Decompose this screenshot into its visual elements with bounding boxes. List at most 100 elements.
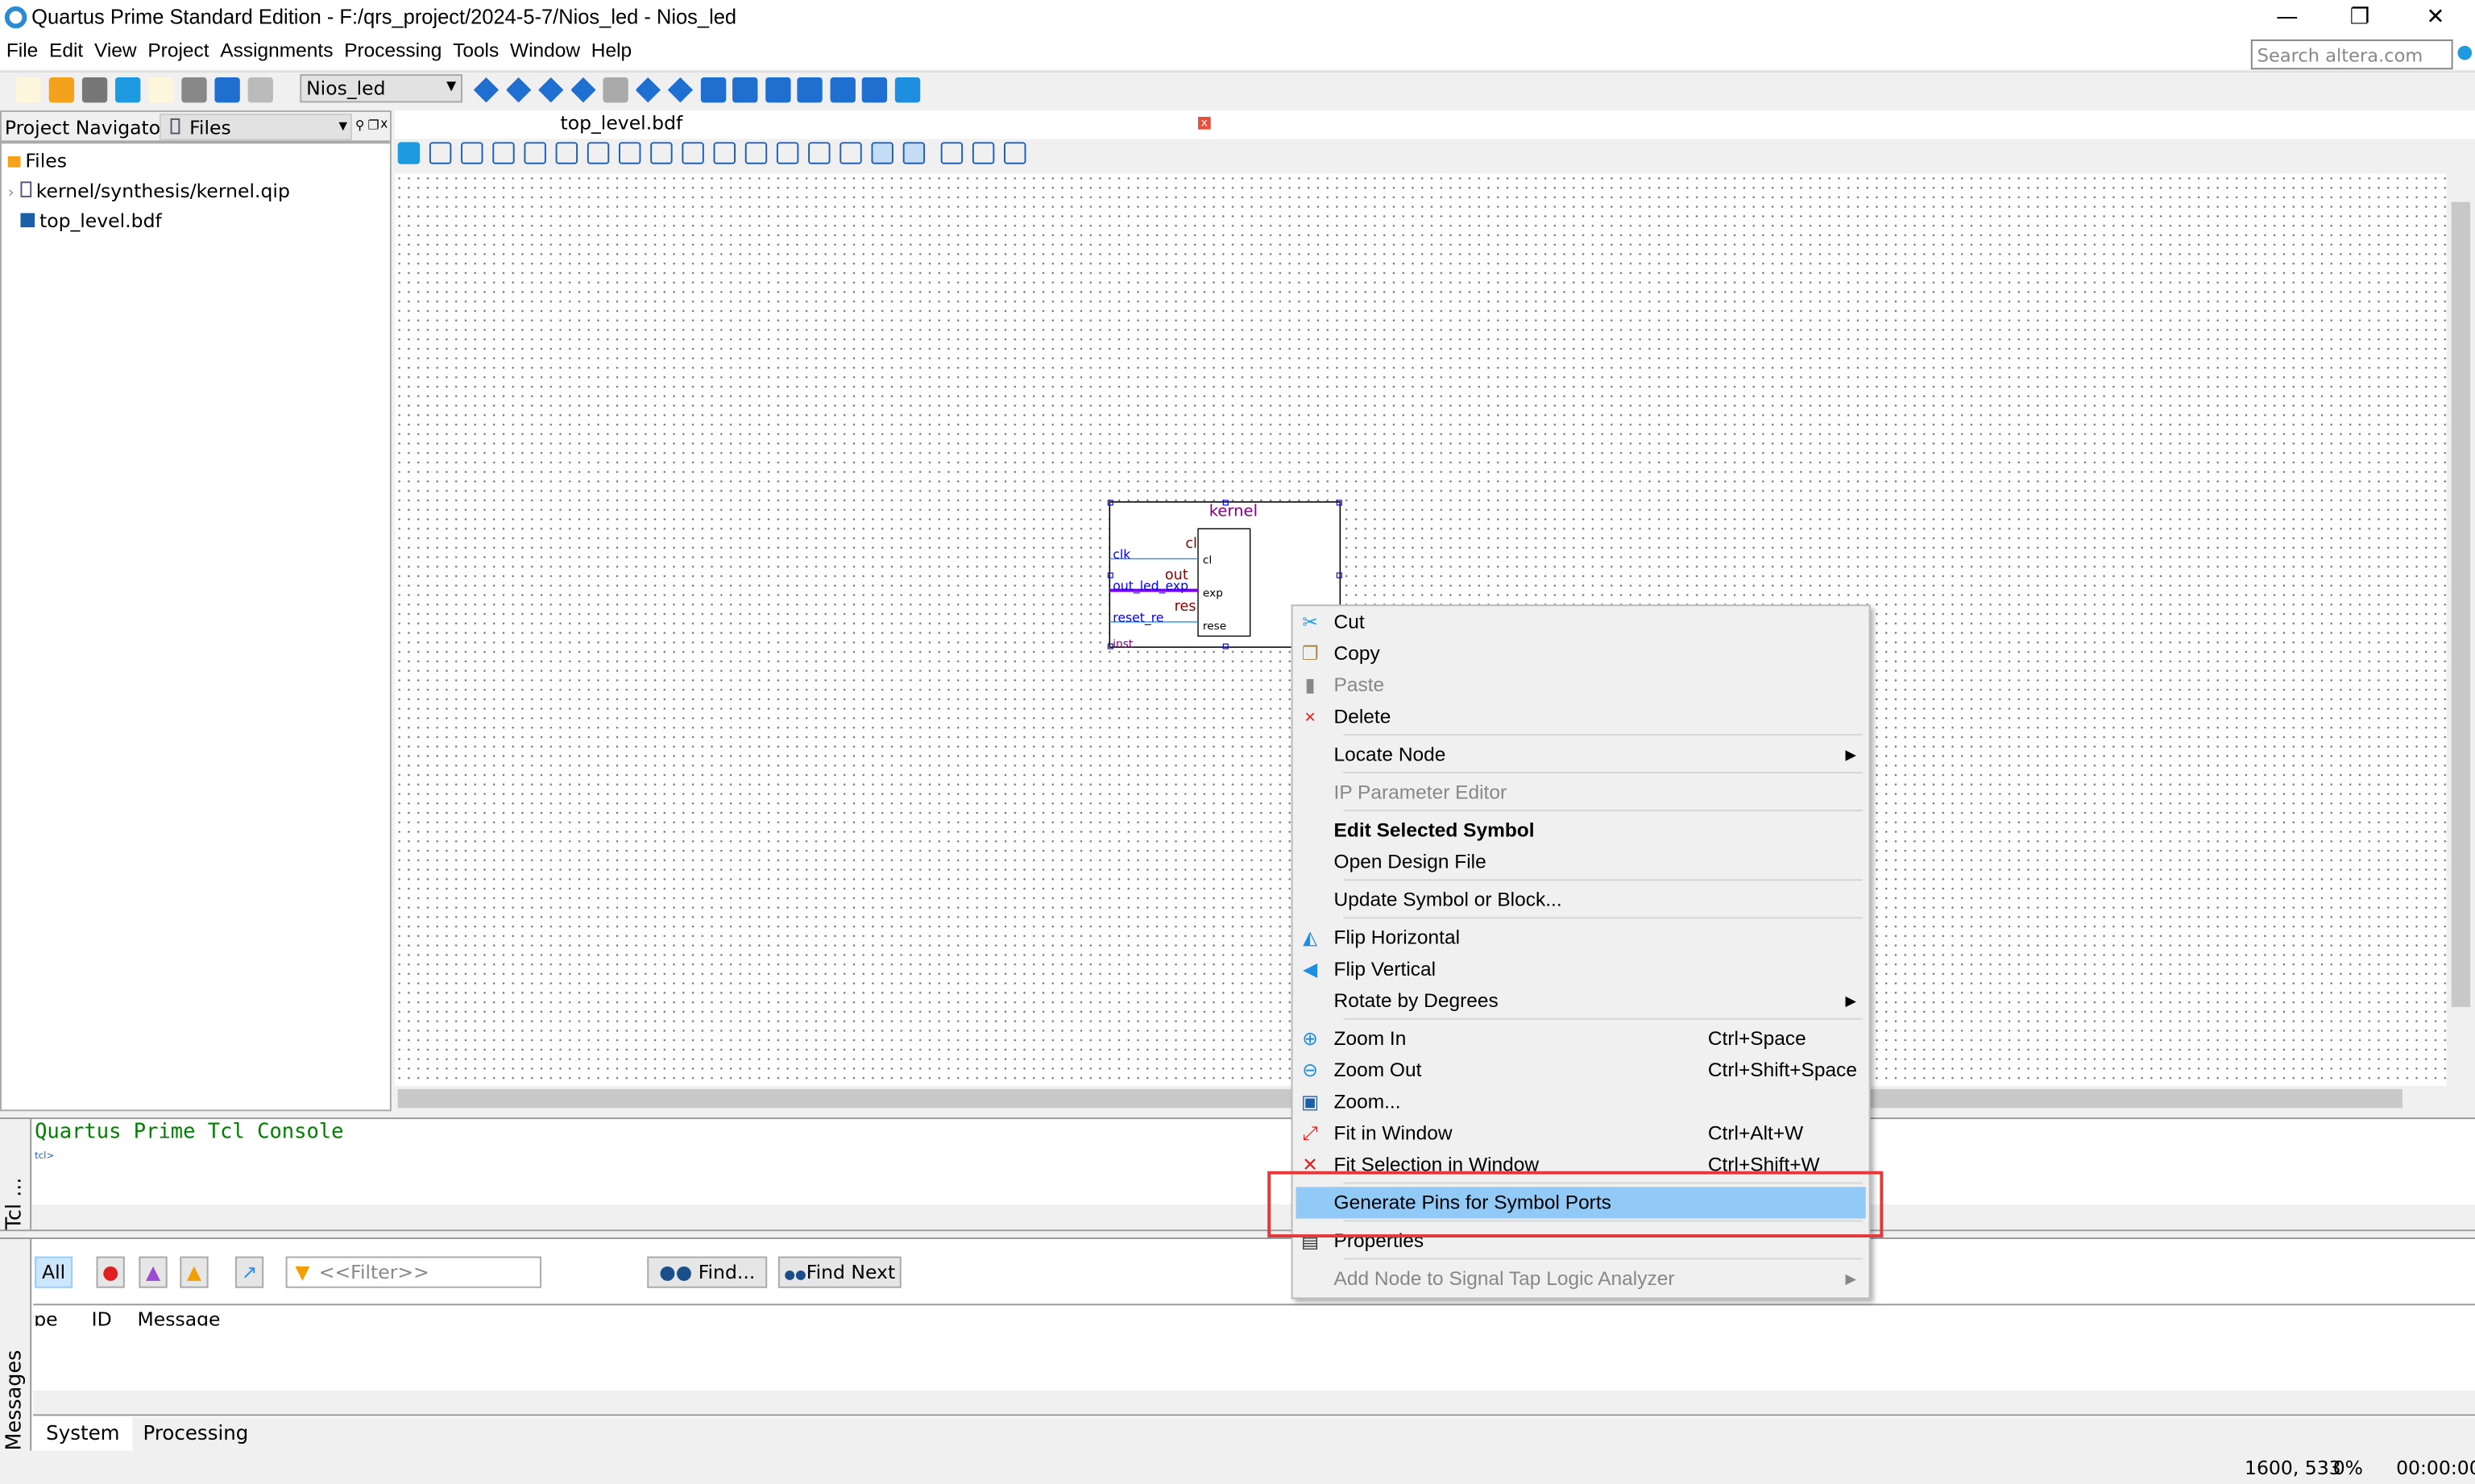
menu-item-add-node-to-signal-tap-logic-analyzer[interactable]: Add Node to Signal Tap Logic Analyzer ▶ [1293, 1262, 1869, 1294]
diagonal-bus-icon[interactable] [682, 142, 704, 164]
panel-search-icon[interactable]: ⚲ [355, 118, 364, 133]
flip-vertical-icon[interactable] [972, 142, 995, 164]
selection-hand-icon[interactable] [397, 142, 421, 164]
partial-line-selection-icon[interactable] [902, 142, 926, 164]
copy-icon[interactable] [148, 77, 174, 103]
menu-item-fit-in-window[interactable]: ⤢ Fit in Window Ctrl+Alt+W [1293, 1117, 1869, 1149]
find-next-button[interactable]: ●●Find Next [777, 1256, 902, 1288]
menu-file[interactable]: File [0, 35, 43, 61]
diagonal-conduit-icon[interactable] [713, 142, 736, 164]
menu-item-rotate-by-degrees[interactable]: Rotate by Degrees ▶ [1293, 985, 1869, 1017]
menu-edit[interactable]: Edit [43, 35, 88, 61]
panel-close-icon[interactable]: x [380, 117, 388, 131]
info-filter-icon[interactable]: ↗ [234, 1256, 264, 1288]
menu-item-cut[interactable]: ✂ Cut [1293, 606, 1869, 637]
orthogonal-conduit-icon[interactable] [619, 142, 641, 164]
menu-view[interactable]: View [88, 35, 141, 61]
oval-icon[interactable] [776, 142, 799, 164]
assembler-icon[interactable] [732, 77, 758, 103]
edit-settings-icon[interactable] [473, 77, 500, 103]
rtl-icon[interactable] [570, 77, 596, 103]
analysis-elaboration-icon[interactable] [538, 77, 564, 103]
restore-button[interactable]: ❐ [2324, 0, 2396, 35]
find-button[interactable]: ●● Find... [647, 1256, 768, 1288]
redo-icon[interactable] [247, 77, 273, 103]
flip-horizontal-icon[interactable] [940, 142, 964, 164]
menu-item-paste[interactable]: ▮ Paste [1293, 669, 1869, 701]
chip-planner-icon[interactable] [829, 77, 855, 103]
tab-system[interactable]: System [33, 1417, 133, 1451]
start-analysis-icon[interactable] [667, 77, 694, 103]
rectangle-icon[interactable] [744, 142, 768, 164]
menu-processing[interactable]: Processing [338, 35, 446, 61]
panel-float-icon[interactable]: ❐ [367, 118, 379, 133]
menu-project[interactable]: Project [142, 35, 214, 61]
tree-item-kernel-qip[interactable]: › kernel/synthesis/kernel.qip [8, 180, 290, 201]
menu-tools[interactable]: Tools [446, 35, 504, 61]
paste-icon[interactable] [181, 77, 207, 103]
menu-help[interactable]: Help [585, 35, 636, 61]
tab-processing[interactable]: Processing [133, 1417, 259, 1449]
navigator-view-select[interactable]: Files ▼ [159, 114, 352, 141]
menu-item-flip-horizontal[interactable]: ◭ Flip Horizontal [1293, 922, 1869, 953]
vertical-scrollbar[interactable] [2446, 173, 2475, 1086]
new-file-icon[interactable] [15, 77, 41, 103]
column-type[interactable]: Type [33, 1308, 57, 1326]
menu-item-open-design-file[interactable]: Open Design File [1293, 846, 1869, 877]
menu-item-copy[interactable]: ❐ Copy [1293, 638, 1869, 669]
menu-item-zoom-in[interactable]: ⊕ Zoom In Ctrl+Space [1293, 1023, 1869, 1055]
menu-item-update-symbol-or-block[interactable]: Update Symbol or Block... [1293, 884, 1869, 915]
analysis-icon[interactable] [505, 77, 532, 103]
stop-icon[interactable] [603, 77, 628, 103]
menu-item-flip-vertical[interactable]: ◀ Flip Vertical [1293, 953, 1869, 984]
error-filter-icon[interactable]: ● [96, 1256, 125, 1288]
tab-close-icon[interactable]: x [1198, 116, 1211, 130]
warning-filter-icon[interactable]: ▲ [180, 1256, 209, 1288]
menu-item-locate-node[interactable]: Locate Node ▶ [1293, 739, 1869, 770]
menu-assignments[interactable]: Assignments [214, 35, 338, 61]
menu-window[interactable]: Window [504, 35, 585, 61]
critical-warning-filter-icon[interactable]: ▲ [139, 1256, 168, 1288]
scroll-thumb[interactable] [2451, 201, 2471, 1007]
arc-icon[interactable] [840, 142, 862, 164]
rotate-icon[interactable] [1004, 142, 1026, 164]
line-icon[interactable] [808, 142, 831, 164]
pin-tool-icon[interactable] [492, 142, 515, 164]
cut-icon[interactable] [115, 77, 141, 103]
undo-icon[interactable] [214, 77, 240, 103]
rubberbanding-icon[interactable] [871, 142, 893, 164]
menu-item-delete[interactable]: × Delete [1293, 701, 1869, 732]
filter-all-button[interactable]: All [35, 1256, 73, 1288]
tcl-hscrollbar[interactable] [31, 1204, 2475, 1230]
pin-planner-icon[interactable] [861, 77, 888, 103]
timing-icon[interactable] [699, 77, 726, 103]
minimize-button[interactable]: — [2251, 0, 2324, 35]
messages-hscrollbar[interactable] [33, 1391, 2475, 1416]
menu-item-zoom[interactable]: ▣ Zoom... [1293, 1086, 1869, 1117]
orthogonal-bus-icon[interactable] [587, 142, 610, 164]
tree-root[interactable]: Files [7, 150, 67, 172]
menu-item-edit-selected-symbol[interactable]: Edit Selected Symbol [1293, 815, 1869, 846]
column-message[interactable]: Message [137, 1308, 220, 1326]
save-icon[interactable] [81, 77, 108, 103]
orthogonal-node-icon[interactable] [555, 142, 578, 164]
netlist-viewer-icon[interactable] [797, 77, 823, 103]
expand-arrow-icon[interactable]: › [8, 184, 15, 202]
tcl-prompt[interactable]: tcl> [35, 1150, 54, 1162]
start-compilation-icon[interactable] [635, 77, 661, 103]
programmer-icon[interactable] [765, 77, 790, 103]
tab-top-level-bdf[interactable]: top_level.bdf [561, 112, 683, 134]
message-filter-input[interactable]: ▼ <<Filter>> [285, 1256, 542, 1288]
close-button[interactable]: ✕ [2399, 0, 2472, 35]
open-folder-icon[interactable] [48, 77, 75, 103]
diagonal-node-icon[interactable] [650, 142, 673, 164]
block-tool-icon[interactable] [524, 142, 546, 164]
text-tool-icon[interactable] [429, 142, 452, 164]
menu-item-zoom-out[interactable]: ⊖ Zoom Out Ctrl+Shift+Space [1293, 1055, 1869, 1086]
column-id[interactable]: ID [92, 1308, 112, 1326]
tree-item-top-level-bdf[interactable]: top_level.bdf [20, 210, 162, 232]
menu-item-ip-parameter-editor[interactable]: IP Parameter Editor [1293, 777, 1869, 808]
search-input[interactable]: Search altera.com [2250, 39, 2453, 70]
project-select[interactable]: Nios_led ▼ [300, 74, 463, 103]
symbol-tool-icon[interactable] [461, 142, 483, 164]
